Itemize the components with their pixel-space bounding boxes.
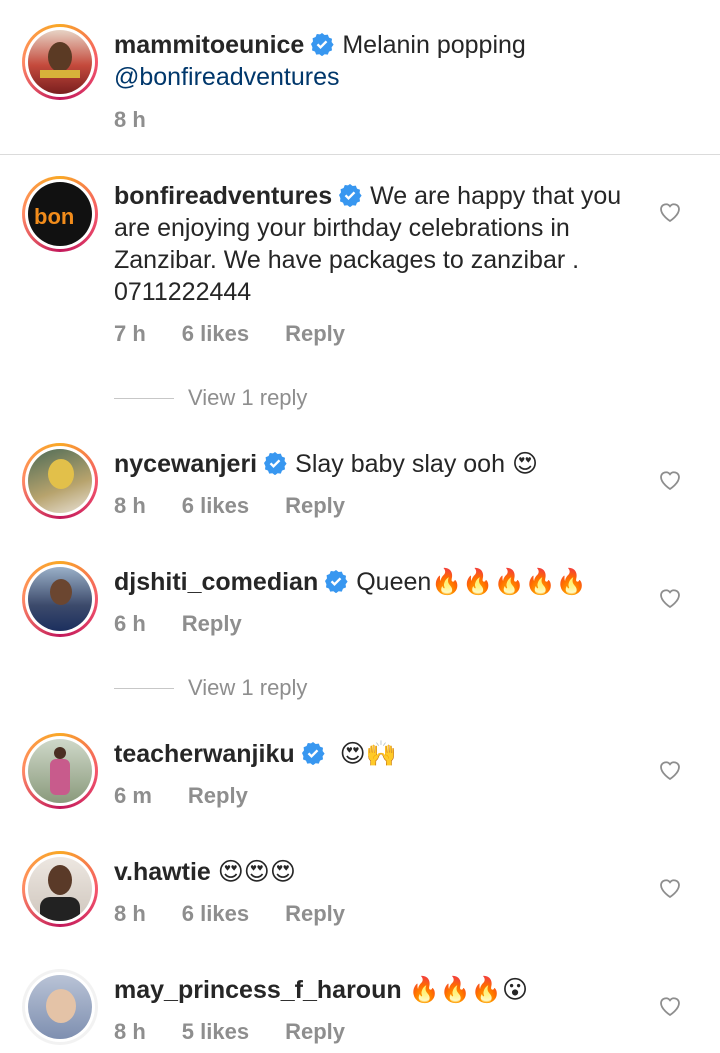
- verified-badge-icon: [311, 33, 334, 56]
- likes-count[interactable]: 5 likes: [182, 1019, 249, 1045]
- timestamp: 6 h: [114, 611, 146, 636]
- avatar-ring[interactable]: [22, 443, 98, 519]
- timestamp: 8 h: [114, 493, 146, 518]
- avatar: [28, 975, 92, 1039]
- likes-count[interactable]: 6 likes: [182, 321, 249, 347]
- comment-text: Slay baby slay ooh: [295, 450, 505, 478]
- avatar: bon: [28, 182, 92, 246]
- fire-emoji: 🔥🔥🔥🔥🔥: [431, 567, 587, 596]
- emoji-reaction: 🔥🔥🔥😮: [408, 975, 529, 1004]
- comment-text: Queen: [356, 568, 432, 596]
- avatar: [28, 567, 92, 631]
- avatar: [28, 739, 92, 803]
- heart-outline-icon[interactable]: [658, 995, 682, 1017]
- avatar: [28, 449, 92, 513]
- timestamp: 8 h: [114, 901, 146, 926]
- timestamp: 6 m: [114, 783, 152, 808]
- heart-outline-icon[interactable]: [658, 877, 682, 899]
- reply-button[interactable]: Reply: [182, 611, 242, 637]
- avatar-ring[interactable]: [22, 24, 98, 100]
- avatar: [28, 857, 92, 921]
- username[interactable]: nycewanjeri: [114, 450, 257, 478]
- heart-outline-icon[interactable]: [658, 759, 682, 781]
- view-replies-button[interactable]: View 1 reply: [114, 385, 307, 411]
- heart-eyes-emoji: 😍: [511, 449, 539, 478]
- heart-eyes-emoji: 😍😍😍: [217, 857, 296, 886]
- emoji-reaction: 😍🙌: [339, 739, 397, 768]
- avatar-ring[interactable]: [22, 851, 98, 927]
- heart-outline-icon[interactable]: [658, 469, 682, 491]
- timestamp: 8 h: [114, 107, 146, 132]
- reply-button[interactable]: Reply: [188, 783, 248, 809]
- username[interactable]: bonfireadventures: [114, 182, 332, 210]
- username[interactable]: v.hawtie: [114, 858, 211, 886]
- username[interactable]: djshiti_comedian: [114, 568, 318, 596]
- avatar-ring[interactable]: [22, 733, 98, 809]
- likes-count[interactable]: 6 likes: [182, 493, 249, 519]
- view-replies-button[interactable]: View 1 reply: [114, 675, 307, 701]
- username[interactable]: may_princess_f_haroun: [114, 976, 402, 1004]
- username[interactable]: teacherwanjiku: [114, 740, 295, 768]
- heart-outline-icon[interactable]: [658, 587, 682, 609]
- likes-count[interactable]: 6 likes: [182, 901, 249, 927]
- heart-outline-icon[interactable]: [658, 201, 682, 223]
- verified-badge-icon: [339, 184, 362, 207]
- mention-link[interactable]: @bonfireadventures: [114, 63, 340, 91]
- reply-button[interactable]: Reply: [285, 901, 345, 927]
- verified-badge-icon: [264, 452, 287, 475]
- comment-text: Melanin popping: [342, 31, 526, 59]
- timestamp: 8 h: [114, 1019, 146, 1044]
- avatar-ring[interactable]: [22, 561, 98, 637]
- verified-badge-icon: [325, 570, 348, 593]
- reply-button[interactable]: Reply: [285, 321, 345, 347]
- reply-button[interactable]: Reply: [285, 493, 345, 519]
- username[interactable]: mammitoeunice: [114, 31, 304, 59]
- reply-button[interactable]: Reply: [285, 1019, 345, 1045]
- avatar-ring[interactable]: bon: [22, 176, 98, 252]
- avatar: [28, 30, 92, 94]
- divider: [0, 154, 720, 155]
- timestamp: 7 h: [114, 321, 146, 346]
- avatar-ring[interactable]: [22, 969, 98, 1045]
- verified-badge-icon: [301, 742, 325, 765]
